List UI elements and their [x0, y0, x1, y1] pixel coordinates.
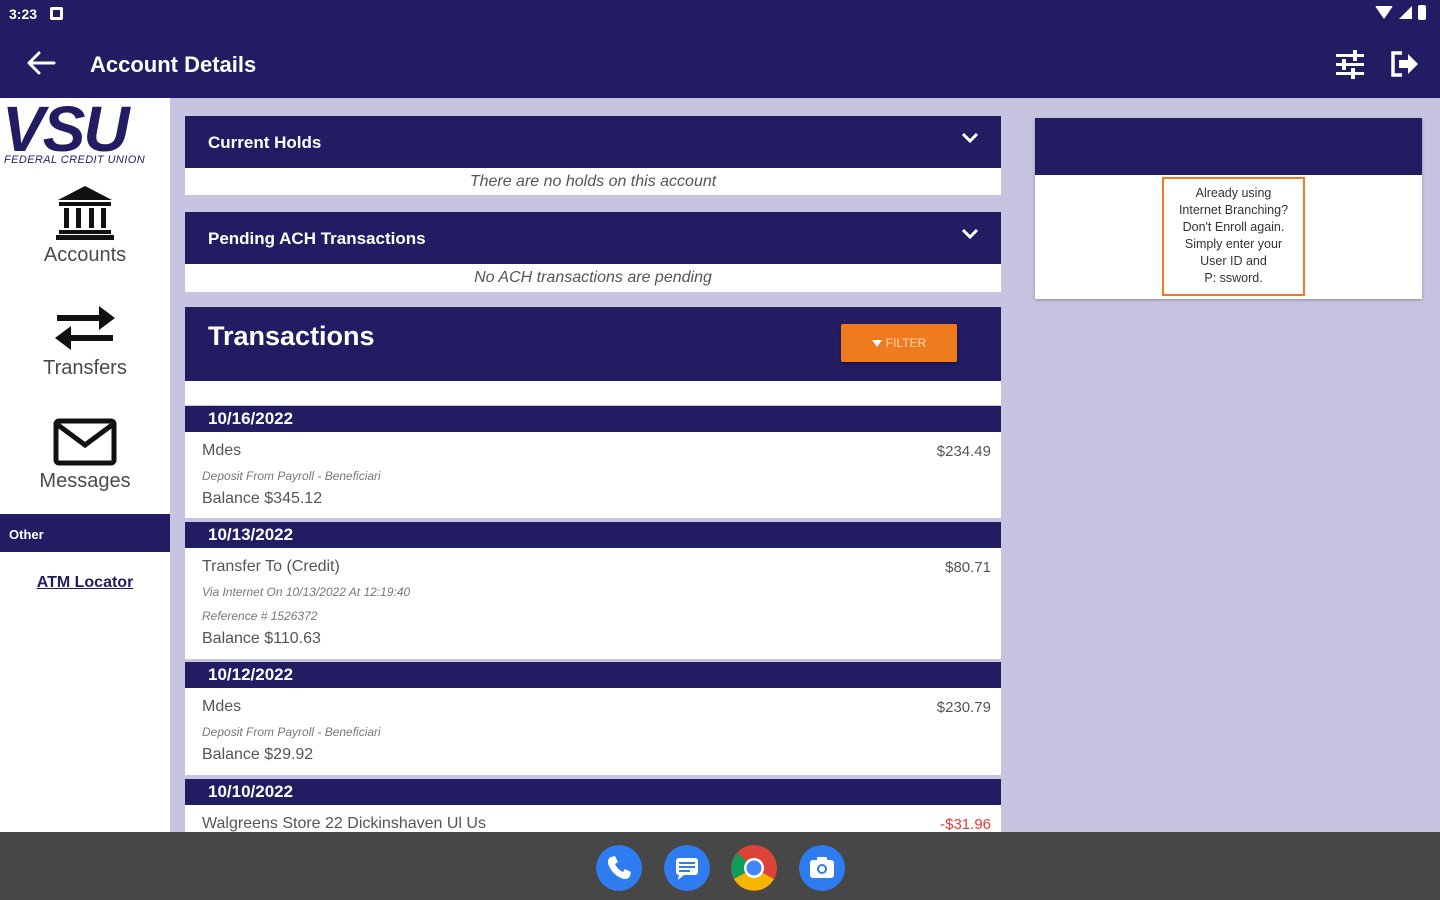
holds-message: There are no holds on this account — [185, 168, 1001, 195]
page-title: Account Details — [90, 52, 257, 77]
transaction-memo: Reference # 1526372 — [202, 609, 318, 623]
sidebar-item-messages[interactable]: Messages — [0, 418, 170, 493]
transaction-description: Mdes — [202, 442, 242, 459]
promo-line: P: ssword. — [1204, 271, 1263, 285]
transaction-amount: $234.49 — [936, 443, 991, 460]
app-bar: Account Details — [0, 28, 1440, 98]
transaction-date: 10/13/2022 — [185, 522, 1001, 548]
transaction-amount: -$31.96 — [940, 816, 991, 832]
notification-icon — [50, 7, 63, 20]
tune-icon[interactable] — [1334, 48, 1366, 80]
logo-subtitle: FEDERAL CREDIT UNION — [4, 154, 146, 166]
holds-title: Current Holds — [208, 133, 322, 152]
signal-icon — [1399, 6, 1412, 19]
promo-card: Already using Internet Branching? Don't … — [1035, 118, 1422, 299]
transaction-row[interactable]: Transfer To (Credit) $80.71 Via Internet… — [185, 548, 1001, 659]
wifi-icon — [1375, 6, 1393, 19]
main-content: Current Holds There are no holds on this… — [185, 98, 1001, 832]
sidebar-item-label: Accounts — [43, 244, 127, 266]
status-bar: 3:23 — [0, 0, 1440, 28]
promo-line: User ID and — [1200, 254, 1267, 268]
status-time: 3:23 — [9, 6, 38, 22]
battery-icon — [1418, 5, 1426, 20]
promo-line: Don't Enroll again. — [1182, 220, 1285, 234]
transaction-row[interactable]: Mdes $234.49 Deposit From Payroll - Bene… — [185, 432, 1001, 518]
transactions-title: Transactions — [208, 321, 375, 351]
transaction-description: Mdes — [202, 698, 242, 715]
chevron-down-icon[interactable] — [961, 228, 979, 240]
swap-arrows-icon — [55, 306, 115, 350]
promo-ad[interactable]: Already using Internet Branching? Don't … — [1162, 177, 1305, 296]
sidebar: VSU FEDERAL CREDIT UNION Accounts Transf… — [0, 93, 170, 832]
envelope-icon — [53, 418, 117, 466]
phone-icon[interactable] — [596, 845, 642, 891]
transaction-memo: Deposit From Payroll - Beneficiari — [202, 725, 381, 739]
transaction-amount: $230.79 — [936, 699, 991, 716]
atm-locator-link[interactable]: ATM Locator — [0, 574, 170, 592]
vsu-logo: VSU FEDERAL CREDIT UNION — [0, 93, 170, 170]
transaction-row[interactable]: Mdes $230.79 Deposit From Payroll - Bene… — [185, 688, 1001, 775]
filter-button[interactable]: FILTER — [841, 324, 957, 362]
promo-line: Simply enter your — [1184, 237, 1283, 251]
transaction-memo: Via Internet On 10/13/2022 At 12:19:40 — [202, 585, 411, 599]
transaction-date: 10/10/2022 — [185, 779, 1001, 805]
transaction-amount: $80.71 — [945, 559, 991, 576]
filter-label: FILTER — [885, 336, 927, 350]
logout-icon[interactable] — [1388, 48, 1420, 80]
promo-line: Internet Branching? — [1178, 203, 1289, 217]
ach-header[interactable]: Pending ACH Transactions — [185, 212, 1001, 264]
sidebar-section-other: Other — [0, 514, 170, 552]
back-arrow-icon[interactable] — [26, 50, 56, 76]
filter-icon — [871, 339, 882, 347]
transaction-row[interactable]: Walgreens Store 22 Dickinshaven Ul Us -$… — [185, 805, 1001, 832]
transaction-date: 10/16/2022 — [185, 406, 1001, 432]
system-icons — [1375, 5, 1426, 20]
messages-icon[interactable] — [664, 845, 710, 891]
sidebar-item-accounts[interactable]: Accounts — [0, 184, 170, 267]
transaction-memo: Deposit From Payroll - Beneficiari — [202, 469, 381, 483]
sidebar-item-label: Messages — [39, 470, 131, 492]
transaction-balance: Balance $29.92 — [202, 746, 314, 763]
holds-header[interactable]: Current Holds — [185, 116, 1001, 168]
transactions-header: Transactions FILTER — [185, 307, 1001, 381]
bank-icon — [56, 186, 114, 240]
system-navigation-bar — [0, 832, 1440, 900]
transaction-balance: Balance $345.12 — [202, 490, 323, 507]
promo-header — [1035, 118, 1422, 175]
chrome-icon[interactable] — [731, 845, 777, 891]
transaction-description: Walgreens Store 22 Dickinshaven Ul Us — [202, 815, 486, 832]
chevron-down-icon[interactable] — [961, 132, 979, 144]
camera-icon[interactable] — [799, 845, 845, 891]
ach-message: No ACH transactions are pending — [185, 264, 1001, 292]
promo-line: Already using — [1195, 186, 1272, 200]
sidebar-item-transfers[interactable]: Transfers — [0, 303, 170, 380]
transaction-date: 10/12/2022 — [185, 662, 1001, 688]
transactions-spacer — [185, 381, 1001, 405]
sidebar-item-label: Transfers — [43, 357, 127, 379]
transaction-description: Transfer To (Credit) — [202, 558, 340, 575]
transaction-balance: Balance $110.63 — [202, 630, 321, 647]
ach-title: Pending ACH Transactions — [208, 229, 426, 248]
